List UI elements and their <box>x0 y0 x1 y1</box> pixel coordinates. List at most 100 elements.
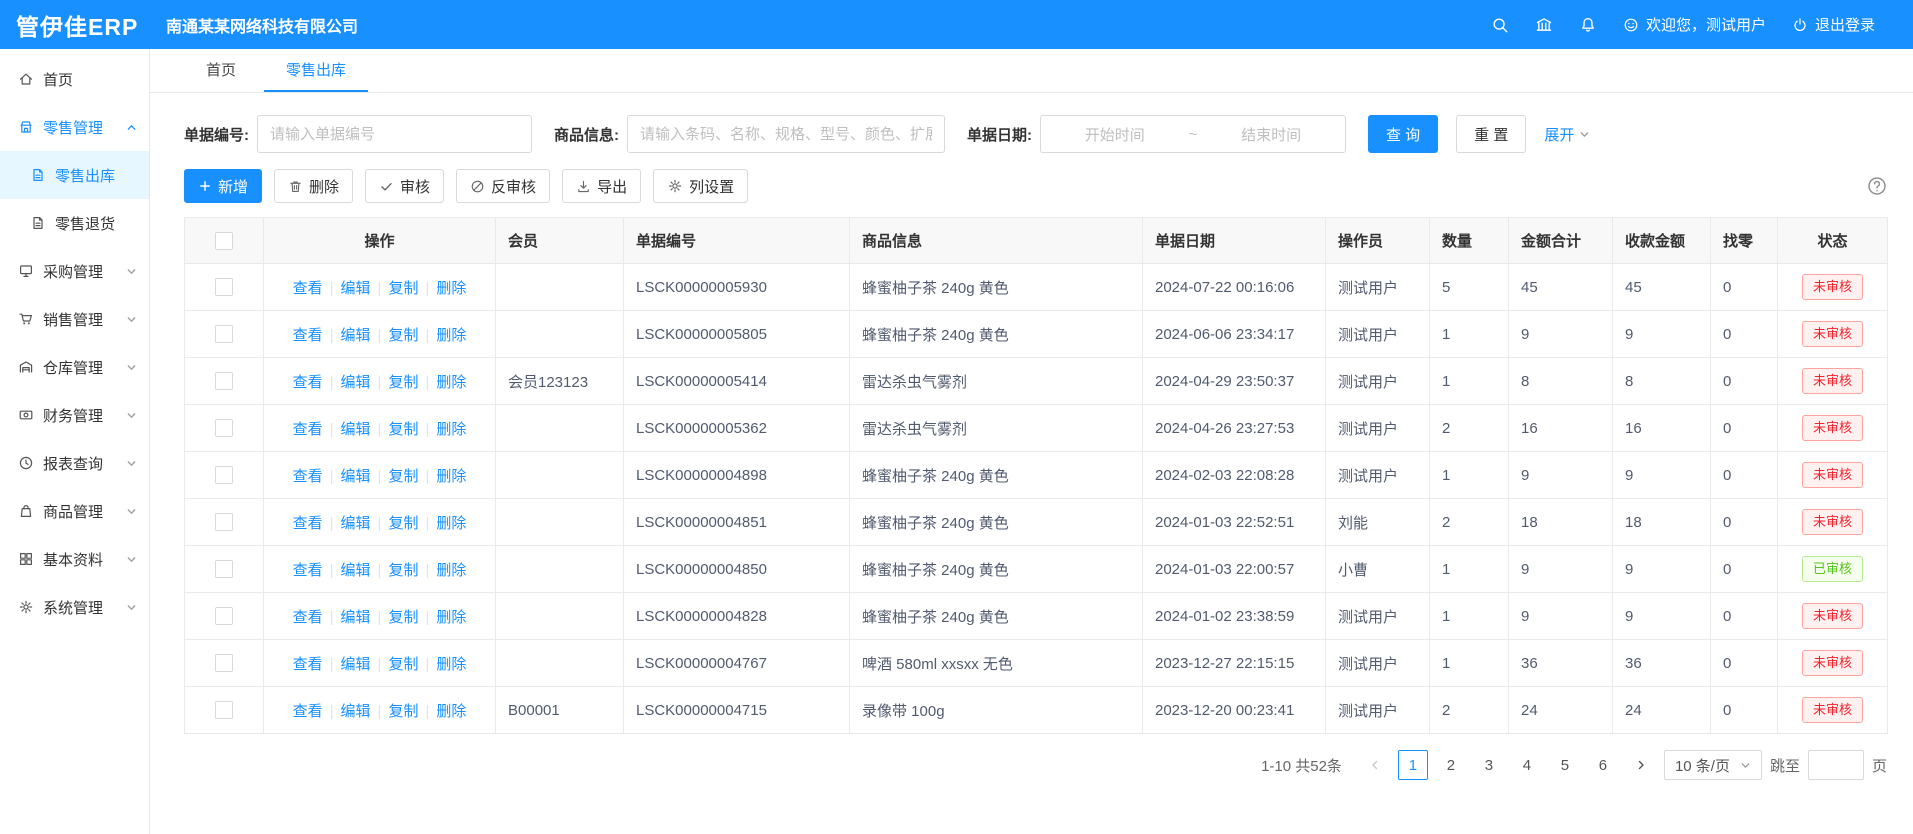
row-action-delete[interactable]: 删除 <box>436 562 466 579</box>
row-action-copy[interactable]: 复制 <box>388 609 418 626</box>
sidebar-item-base[interactable]: 基本资料 <box>0 535 149 583</box>
sidebar-item-system[interactable]: 系统管理 <box>0 583 149 631</box>
sidebar-item-home[interactable]: 首页 <box>0 55 149 103</box>
goods-info-input[interactable] <box>627 115 945 153</box>
row-action-view[interactable]: 查看 <box>293 374 323 391</box>
row-action-copy[interactable]: 复制 <box>388 280 418 297</box>
row-checkbox[interactable] <box>215 372 233 390</box>
page-size-select[interactable]: 10 条/页 <box>1664 750 1762 780</box>
row-action-delete[interactable]: 删除 <box>436 280 466 297</box>
row-checkbox[interactable] <box>215 513 233 531</box>
page-number-1[interactable]: 1 <box>1398 750 1428 780</box>
row-checkbox[interactable] <box>215 560 233 578</box>
audit-button[interactable]: 审核 <box>365 169 444 203</box>
row-action-copy[interactable]: 复制 <box>388 703 418 720</box>
expand-toggle[interactable]: 展开 <box>1544 124 1590 145</box>
jump-page-input[interactable] <box>1808 750 1864 780</box>
page-number-4[interactable]: 4 <box>1512 750 1542 780</box>
sidebar-item-retail[interactable]: 零售管理 <box>0 103 149 151</box>
column-header[interactable]: 操作员 <box>1326 218 1430 264</box>
column-header[interactable]: 金额合计 <box>1509 218 1613 264</box>
row-action-edit[interactable]: 编辑 <box>341 656 371 673</box>
row-action-edit[interactable]: 编辑 <box>341 421 371 438</box>
row-checkbox[interactable] <box>215 419 233 437</box>
page-number-6[interactable]: 6 <box>1588 750 1618 780</box>
column-header[interactable]: 收款金额 <box>1613 218 1711 264</box>
sidebar-item-warehouse[interactable]: 仓库管理 <box>0 343 149 391</box>
row-action-view[interactable]: 查看 <box>293 703 323 720</box>
row-action-edit[interactable]: 编辑 <box>341 327 371 344</box>
column-header[interactable]: 单据编号 <box>624 218 850 264</box>
page-number-3[interactable]: 3 <box>1474 750 1504 780</box>
row-action-copy[interactable]: 复制 <box>388 421 418 438</box>
export-button[interactable]: 导出 <box>562 169 641 203</box>
row-action-copy[interactable]: 复制 <box>388 515 418 532</box>
sidebar-item-finance[interactable]: 财务管理 <box>0 391 149 439</box>
row-action-delete[interactable]: 删除 <box>436 515 466 532</box>
row-action-delete[interactable]: 删除 <box>436 656 466 673</box>
bell-icon[interactable] <box>1579 16 1597 34</box>
unaudit-button[interactable]: 反审核 <box>456 169 550 203</box>
help-icon[interactable] <box>1867 176 1887 196</box>
row-checkbox[interactable] <box>215 278 233 296</box>
bill-no-input[interactable] <box>257 115 532 153</box>
sidebar-item-sale[interactable]: 销售管理 <box>0 295 149 343</box>
next-page-button[interactable] <box>1626 750 1656 780</box>
row-checkbox[interactable] <box>215 654 233 672</box>
row-action-view[interactable]: 查看 <box>293 609 323 626</box>
row-action-edit[interactable]: 编辑 <box>341 468 371 485</box>
tab-retail-out[interactable]: 零售出库 <box>264 49 368 92</box>
sidebar-item-goods[interactable]: 商品管理 <box>0 487 149 535</box>
column-header[interactable]: 找零 <box>1711 218 1778 264</box>
date-range-picker[interactable]: 开始时间 ~ 结束时间 <box>1040 115 1346 153</box>
row-action-copy[interactable]: 复制 <box>388 327 418 344</box>
row-action-edit[interactable]: 编辑 <box>341 562 371 579</box>
search-button[interactable]: 查 询 <box>1368 115 1438 153</box>
row-action-edit[interactable]: 编辑 <box>341 703 371 720</box>
row-action-delete[interactable]: 删除 <box>436 703 466 720</box>
building-icon[interactable] <box>1535 16 1553 34</box>
reset-button[interactable]: 重 置 <box>1456 115 1526 153</box>
page-number-2[interactable]: 2 <box>1436 750 1466 780</box>
row-action-view[interactable]: 查看 <box>293 562 323 579</box>
sidebar-subitem-retail-out[interactable]: 零售出库 <box>0 151 149 199</box>
row-action-copy[interactable]: 复制 <box>388 562 418 579</box>
column-header[interactable]: 会员 <box>496 218 624 264</box>
row-action-delete[interactable]: 删除 <box>436 421 466 438</box>
sidebar-item-purchase[interactable]: 采购管理 <box>0 247 149 295</box>
row-action-delete[interactable]: 删除 <box>436 468 466 485</box>
user-menu[interactable]: 欢迎您，测试用户 <box>1623 14 1766 35</box>
row-action-edit[interactable]: 编辑 <box>341 515 371 532</box>
row-checkbox[interactable] <box>215 325 233 343</box>
add-button[interactable]: 新增 <box>184 169 262 203</box>
sidebar-subitem-retail-return[interactable]: 零售退货 <box>0 199 149 247</box>
select-all-checkbox[interactable] <box>215 232 233 250</box>
row-action-view[interactable]: 查看 <box>293 327 323 344</box>
prev-page-button[interactable] <box>1360 750 1390 780</box>
column-header[interactable]: 商品信息 <box>850 218 1143 264</box>
search-icon[interactable] <box>1491 16 1509 34</box>
row-action-copy[interactable]: 复制 <box>388 374 418 391</box>
row-action-view[interactable]: 查看 <box>293 656 323 673</box>
row-action-view[interactable]: 查看 <box>293 280 323 297</box>
column-header[interactable]: 单据日期 <box>1143 218 1326 264</box>
row-action-copy[interactable]: 复制 <box>388 468 418 485</box>
row-action-delete[interactable]: 删除 <box>436 609 466 626</box>
row-action-view[interactable]: 查看 <box>293 421 323 438</box>
row-action-view[interactable]: 查看 <box>293 515 323 532</box>
sidebar-item-report[interactable]: 报表查询 <box>0 439 149 487</box>
column-settings-button[interactable]: 列设置 <box>653 169 748 203</box>
row-action-delete[interactable]: 删除 <box>436 374 466 391</box>
row-checkbox[interactable] <box>215 701 233 719</box>
column-header[interactable]: 操作 <box>264 218 496 264</box>
tab-home[interactable]: 首页 <box>184 49 258 92</box>
row-action-edit[interactable]: 编辑 <box>341 280 371 297</box>
row-action-delete[interactable]: 删除 <box>436 327 466 344</box>
row-action-copy[interactable]: 复制 <box>388 656 418 673</box>
delete-button[interactable]: 删除 <box>274 169 353 203</box>
row-action-edit[interactable]: 编辑 <box>341 609 371 626</box>
row-action-edit[interactable]: 编辑 <box>341 374 371 391</box>
logout-button[interactable]: 退出登录 <box>1792 14 1875 35</box>
row-action-view[interactable]: 查看 <box>293 468 323 485</box>
row-checkbox[interactable] <box>215 607 233 625</box>
